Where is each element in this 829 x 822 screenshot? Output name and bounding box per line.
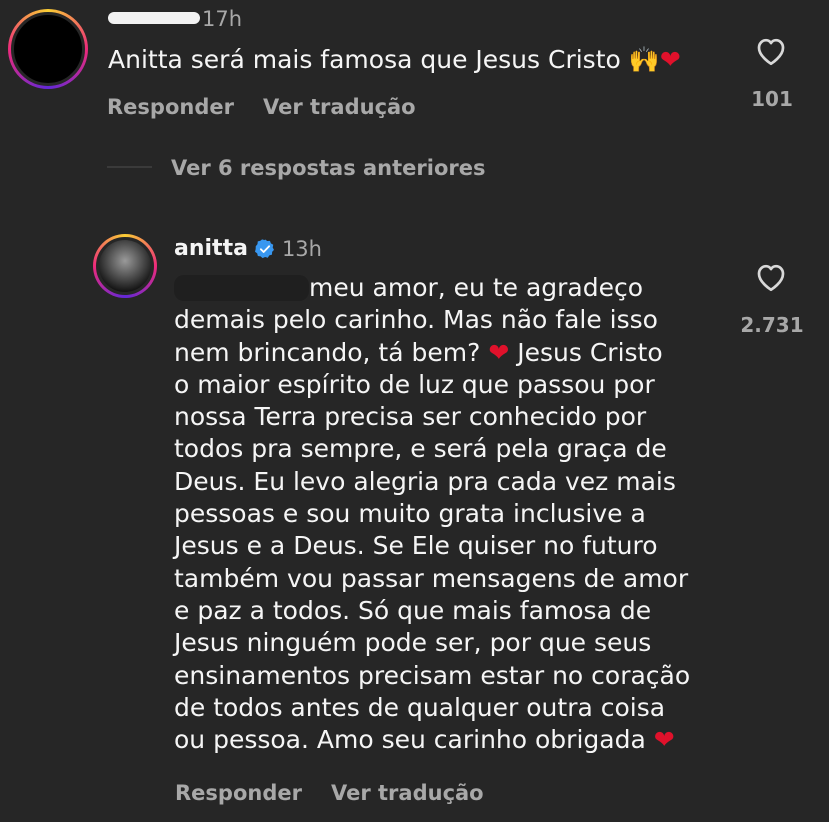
redacted-username [108, 12, 200, 24]
like-count: 101 [751, 87, 793, 111]
translate-button[interactable]: Ver tradução [331, 781, 484, 805]
reply-line: meu amor, eu te agradeço [174, 272, 734, 304]
reply-line: ensinamentos precisam estar no coração [174, 660, 691, 690]
reply-button[interactable]: Responder [107, 95, 234, 119]
heart-emoji: ❤ [659, 45, 681, 74]
heart-outline-icon[interactable] [753, 259, 789, 295]
comment-body: Anitta será mais famosa que Jesus Cristo [108, 45, 621, 74]
verified-badge-icon [254, 238, 276, 260]
heart-emoji: ❤ [653, 725, 675, 755]
heart-outline-icon[interactable] [753, 33, 789, 69]
comment-time: 17h [202, 7, 243, 31]
reply-line: de todos antes de qualquer outra coisa [174, 692, 666, 722]
reply-line: também vou passar mensagens de amor [174, 563, 689, 593]
raised-hands-emoji: 🙌 [628, 45, 660, 74]
reply-line: nem brincando, tá bem? ❤ Jesus Cristo [174, 337, 663, 367]
reply-line: demais pelo carinho. Mas não fale isso [174, 305, 658, 335]
reply-button[interactable]: Responder [175, 781, 302, 805]
reply-text: meu amor, eu te agradeço demais pelo car… [174, 272, 734, 756]
like-count: 2.731 [740, 313, 804, 337]
reply-line: pessoas e sou muito grata inclusive a [174, 499, 646, 529]
reply-line: Jesus e a Deus. Se Ele quiser no futuro [174, 531, 658, 561]
reply-line: o maior espírito de luz que passou por [174, 369, 655, 399]
comment-text: Anitta será mais famosa que Jesus Cristo… [108, 44, 681, 76]
heart-emoji: ❤ [488, 337, 510, 367]
reply-line: nossa Terra precisa ser conhecido por [174, 402, 647, 432]
anitta-avatar[interactable] [93, 234, 157, 298]
reply-line: Jesus ninguém pode ser, por que seus [174, 628, 652, 658]
reply-header: anitta 13h [174, 236, 322, 261]
reply-time: 13h [281, 236, 322, 261]
view-previous-replies[interactable]: Ver 6 respostas anteriores [171, 156, 486, 180]
reply-line: e paz a todos. Só que mais famosa de [174, 595, 652, 625]
reply-line: todos pra sempre, e será pela graça de [174, 434, 667, 464]
commenter-avatar[interactable] [8, 9, 88, 89]
redacted-mention [174, 275, 309, 301]
reply-line: Deus. Eu levo alegria pra cada vez mais [174, 466, 676, 496]
replies-divider [107, 166, 152, 168]
username[interactable]: anitta [174, 236, 248, 261]
reply-line: ou pessoa. Amo seu carinho obrigada ❤ [174, 725, 675, 755]
translate-button[interactable]: Ver tradução [263, 95, 416, 119]
